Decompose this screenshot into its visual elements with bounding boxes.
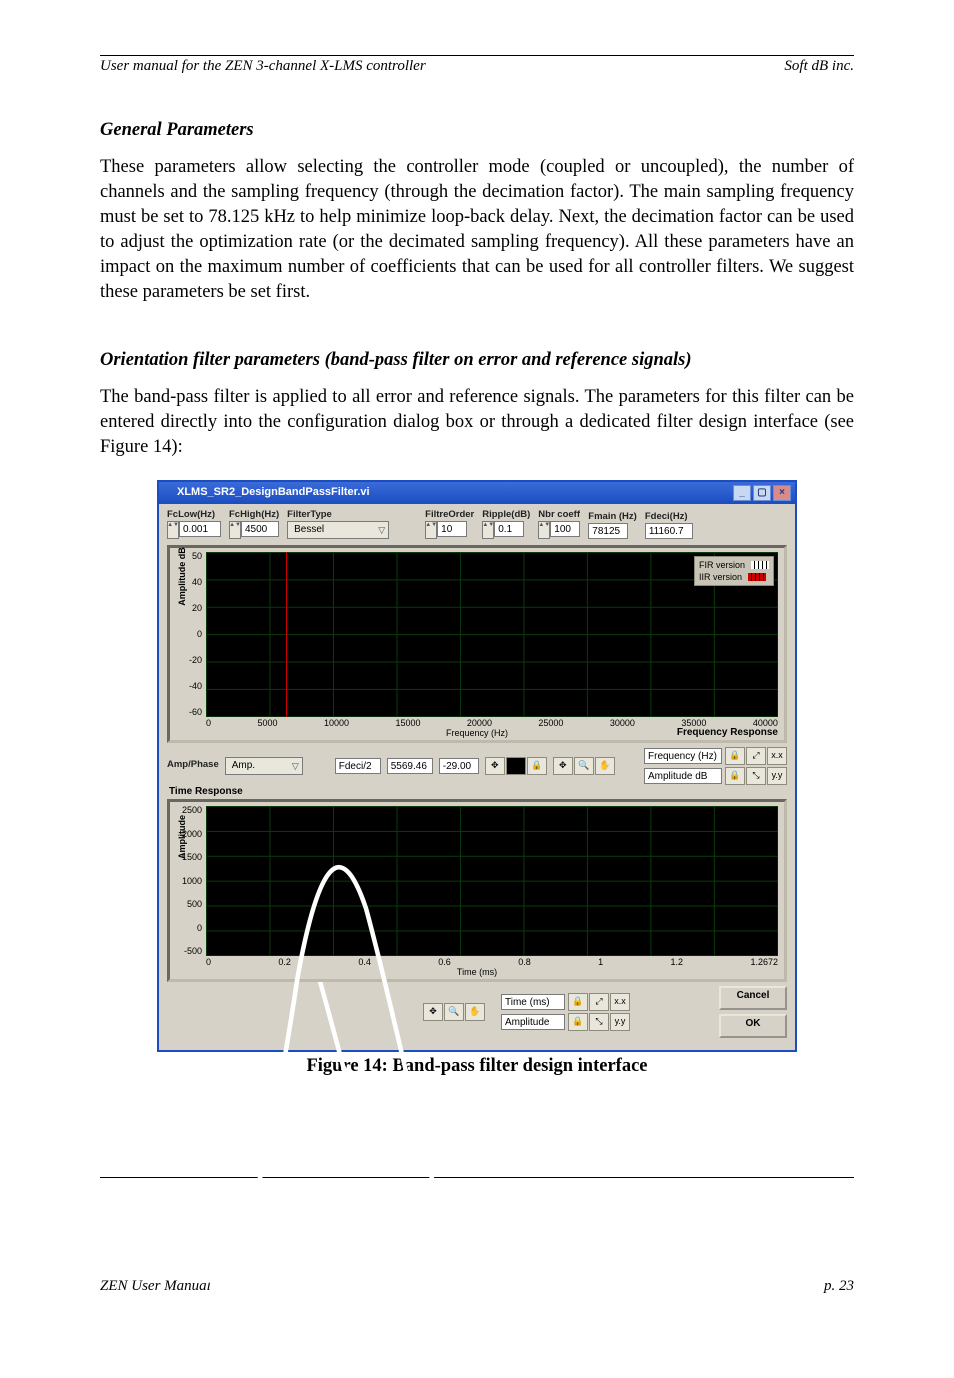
section-title-general: General Parameters [100, 120, 854, 141]
fmain-readout: 78125 [588, 523, 628, 539]
time-y-ticks: 2500 2000 1500 1000 500 0 -500 [180, 806, 202, 956]
ripple-input[interactable]: 0.1 [494, 521, 524, 537]
footer-left: ZEN User Manual [100, 1278, 211, 1295]
freq-legend: FIR version IIR version [694, 556, 774, 586]
nbrcoeff-label: Nbr coeff [538, 510, 580, 520]
window-titlebar[interactable]: XLMS_SR2_DesignBandPassFilter.vi _ ▢ × [159, 482, 795, 504]
page-header: User manual for the ZEN 3-channel X-LMS … [100, 58, 854, 75]
footer-right: p. 23 [824, 1278, 854, 1295]
spinner-icon[interactable]: ▲▼ [425, 521, 437, 539]
section-body-orientation: The band-pass filter is applied to all e… [100, 385, 854, 460]
maximize-button[interactable]: ▢ [753, 485, 771, 501]
header-left: User manual for the ZEN 3-channel X-LMS … [100, 58, 426, 75]
window-title: XLMS_SR2_DesignBandPassFilter.vi [163, 487, 731, 498]
spinner-icon[interactable]: ▲▼ [482, 521, 494, 539]
param-fclow: FcLow(Hz) ▲▼0.001 [167, 510, 221, 540]
fclow-input[interactable]: 0.001 [179, 521, 221, 537]
filterorder-label: FiltreOrder [425, 510, 474, 520]
ampphase-select[interactable]: Amp. [225, 757, 303, 775]
fmain-label: Fmain (Hz) [588, 512, 637, 522]
spinner-icon[interactable]: ▲▼ [538, 521, 550, 539]
param-filtertype: FilterType Bessel [287, 510, 389, 540]
param-fmain: Fmain (Hz) 78125 [588, 512, 637, 540]
filtertype-select[interactable]: Bessel [287, 521, 389, 539]
section-body-general: These parameters allow selecting the con… [100, 155, 854, 305]
param-fchigh: FcHigh(Hz) ▲▼4500 [229, 510, 279, 540]
time-response-chart: Amplitude 2500 2000 1500 1000 500 0 -500… [167, 799, 787, 982]
spinner-icon[interactable]: ▲▼ [229, 521, 241, 539]
filtertype-label: FilterType [287, 510, 389, 520]
param-ripple: Ripple(dB) ▲▼0.1 [482, 510, 530, 540]
freq-chart-title: Frequency Response [677, 728, 778, 738]
frequency-response-chart: FIR version IIR version Amplitude dB 50 … [167, 545, 787, 743]
legend-swatch-red [748, 573, 766, 581]
freq-y-ticks: 50 40 20 0 -20 -40 -60 [180, 552, 202, 717]
fdeci-label: Fdeci(Hz) [645, 512, 693, 522]
parameter-row: FcLow(Hz) ▲▼0.001 FcHigh(Hz) ▲▼4500 Filt… [167, 510, 787, 540]
legend-swatch-white [751, 561, 769, 569]
fdeci-readout: 11160.7 [645, 523, 693, 539]
freq-plot-surface[interactable]: FIR version IIR version Amplitude dB 50 … [206, 552, 778, 717]
section-title-orientation: Orientation filter parameters (band-pass… [100, 350, 854, 371]
param-fdeci: Fdeci(Hz) 11160.7 [645, 512, 693, 540]
legend-iir-label: IIR version [699, 571, 742, 583]
close-button[interactable]: × [773, 485, 791, 501]
param-filterorder: FiltreOrder ▲▼10 [425, 510, 474, 540]
time-curve [206, 806, 778, 1378]
param-nbrcoeff: Nbr coeff ▲▼100 [538, 510, 580, 540]
ripple-label: Ripple(dB) [482, 510, 530, 520]
nbrcoeff-input[interactable]: 100 [550, 521, 580, 537]
minimize-button[interactable]: _ [733, 485, 751, 501]
header-rule [100, 55, 854, 56]
time-plot-surface[interactable]: Amplitude 2500 2000 1500 1000 500 0 -500 [206, 806, 778, 956]
fclow-label: FcLow(Hz) [167, 510, 221, 520]
header-right: Soft dB inc. [784, 58, 854, 75]
fchigh-label: FcHigh(Hz) [229, 510, 279, 520]
filterorder-input[interactable]: 10 [437, 521, 467, 537]
spinner-icon[interactable]: ▲▼ [167, 521, 179, 539]
legend-fir-label: FIR version [699, 559, 745, 571]
labview-window: XLMS_SR2_DesignBandPassFilter.vi _ ▢ × F… [157, 480, 797, 1053]
fchigh-input[interactable]: 4500 [241, 521, 279, 537]
